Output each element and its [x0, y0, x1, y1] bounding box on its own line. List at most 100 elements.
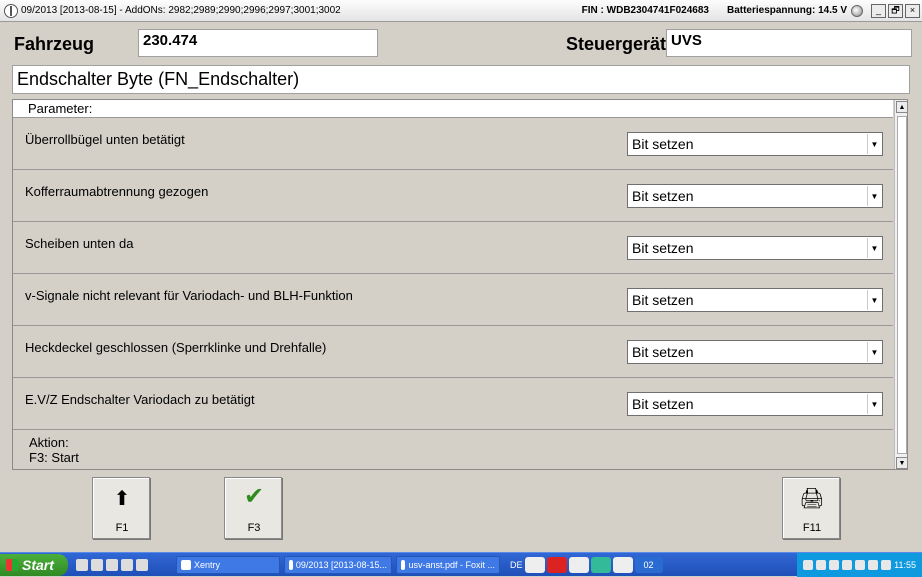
tray-icon[interactable] — [881, 559, 892, 570]
parameter-row: Scheiben unten da Bit setzen ▼ — [13, 222, 893, 274]
f1-label: F1 — [115, 522, 129, 534]
vertical-scrollbar[interactable]: ▲ ▼ — [894, 100, 907, 469]
parameter-label: Heckdeckel geschlossen (Sperrklinke und … — [25, 340, 327, 355]
arrow-up-icon: ⬆ — [113, 488, 131, 510]
badge-count[interactable]: 02 — [634, 556, 663, 573]
panel-header: Parameter: — [13, 100, 893, 118]
parameter-select[interactable]: Bit setzen ▼ — [627, 184, 883, 208]
fahrzeug-field: 230.474 — [138, 29, 378, 57]
taskbar-item-foxit[interactable]: usv-anst.pdf - Foxit ... — [396, 555, 500, 574]
dropdown-arrow-icon[interactable]: ▼ — [867, 134, 881, 154]
task-label: usv-anst.pdf - Foxit ... — [408, 559, 495, 570]
parameter-title: Endschalter Byte (FN_Endschalter) — [12, 65, 910, 94]
battery-voltage: Batteriespannung: 14.5 V — [726, 5, 847, 16]
parameter-label: Überrollbügel unten betätigt — [25, 132, 185, 147]
tray-icon[interactable] — [816, 559, 827, 570]
parameter-select[interactable]: Bit setzen ▼ — [627, 236, 883, 260]
windows-flag-icon — [6, 558, 18, 571]
parameter-select[interactable]: Bit setzen ▼ — [627, 132, 883, 156]
aktion-label: Aktion: — [29, 435, 69, 450]
parameter-label: E.V/Z Endschalter Variodach zu betätigt — [25, 392, 255, 407]
quick-launch — [76, 556, 156, 574]
minimize-button[interactable]: _ — [871, 3, 886, 18]
app-icon — [289, 559, 293, 570]
window-title: 09/2013 [2013-08-15] - AddONs: 2982;2989… — [21, 5, 341, 16]
parameter-row: E.V/Z Endschalter Variodach zu betätigt … — [13, 378, 893, 430]
dropdown-arrow-icon[interactable]: ▼ — [867, 394, 881, 414]
language-indicator[interactable]: DE — [510, 560, 523, 570]
f3-label: F3 — [247, 522, 261, 534]
tray-icon[interactable] — [803, 559, 814, 570]
f11-button[interactable]: 🖨 F11 — [782, 477, 840, 539]
parameter-select[interactable]: Bit setzen ▼ — [627, 340, 883, 364]
close-button[interactable]: × — [905, 3, 920, 18]
dropdown-arrow-icon[interactable]: ▼ — [867, 342, 881, 362]
scroll-thumb[interactable] — [897, 116, 907, 454]
block-icon[interactable] — [546, 556, 567, 573]
select-value: Bit setzen — [632, 396, 694, 412]
parameter-label: Scheiben unten da — [25, 236, 134, 251]
steuergeraet-label: Steuergerät — [566, 34, 667, 54]
dropdown-arrow-icon[interactable]: ▼ — [867, 290, 881, 310]
tray-icon[interactable] — [842, 559, 853, 570]
scroll-down-icon[interactable]: ▼ — [896, 457, 907, 469]
dropdown-arrow-icon[interactable]: ▼ — [867, 238, 881, 258]
mercedes-logo-icon — [4, 3, 18, 18]
parameter-row: v-Signale nicht relevant für Variodach- … — [13, 274, 893, 326]
card-icon[interactable] — [612, 556, 633, 573]
sync-icon[interactable] — [590, 556, 611, 573]
select-value: Bit setzen — [632, 136, 694, 152]
select-value: Bit setzen — [632, 292, 694, 308]
app-icon — [181, 559, 191, 570]
taskbar-item-xentry-window[interactable]: 09/2013 [2013-08-15... — [284, 555, 392, 574]
fin-display: FIN : WDB2304741F024683 — [581, 5, 709, 16]
select-value: Bit setzen — [632, 188, 694, 204]
pdf-icon — [401, 559, 406, 570]
taskbar: Start Xentry 09/2013 [2013-08-15... usv-… — [0, 552, 922, 577]
task-label: 09/2013 [2013-08-15... — [295, 559, 387, 570]
parameter-row: Überrollbügel unten betätigt Bit setzen ▼ — [13, 118, 893, 170]
system-tray: 11:55 — [797, 552, 922, 577]
parameter-label: v-Signale nicht relevant für Variodach- … — [25, 288, 353, 303]
restore-button[interactable]: 🗗 — [888, 3, 903, 18]
fahrzeug-label: Fahrzeug — [14, 34, 95, 54]
pen-icon[interactable] — [568, 556, 589, 573]
main-area: Fahrzeug 230.474 Steuergerät UVS Endscha… — [0, 22, 922, 552]
start-button[interactable]: Start — [0, 553, 68, 576]
clock: 11:55 — [894, 559, 916, 570]
quicklaunch-icon[interactable] — [91, 558, 103, 571]
select-value: Bit setzen — [632, 344, 694, 360]
tray-icon[interactable] — [868, 559, 879, 570]
parameter-row: Kofferraumabtrennung gezogen Bit setzen ▼ — [13, 170, 893, 222]
parameter-label: Kofferraumabtrennung gezogen — [25, 184, 209, 199]
parameter-select[interactable]: Bit setzen ▼ — [627, 392, 883, 416]
task-label: Xentry — [194, 559, 221, 570]
f3-button[interactable]: ✔ F3 — [224, 477, 282, 539]
parameter-row: Heckdeckel geschlossen (Sperrklinke und … — [13, 326, 893, 378]
quicklaunch-icon[interactable] — [136, 558, 148, 571]
start-label: Start — [22, 556, 54, 573]
aktion-section: Aktion: F3: Start — [13, 430, 893, 469]
globe-icon[interactable] — [524, 556, 545, 573]
checkmark-icon: ✔ — [243, 483, 265, 510]
tray-icon[interactable] — [829, 559, 840, 570]
quicklaunch-icon[interactable] — [121, 558, 133, 571]
f1-button[interactable]: ⬆ F1 — [92, 477, 150, 539]
battery-status-icon — [851, 4, 863, 17]
taskbar-item-xentry[interactable]: Xentry — [176, 555, 280, 574]
steuergeraet-field: UVS — [666, 29, 912, 57]
language-toolbar: DE 02 — [510, 556, 663, 573]
scroll-up-icon[interactable]: ▲ — [896, 101, 907, 113]
title-bar: 09/2013 [2013-08-15] - AddONs: 2982;2989… — [0, 0, 922, 22]
quicklaunch-icon[interactable] — [76, 558, 88, 571]
parameter-panel: Parameter: Überrollbügel unten betätigt … — [12, 99, 908, 470]
vehicle-header: Fahrzeug 230.474 Steuergerät UVS — [6, 26, 916, 60]
quicklaunch-icon[interactable] — [106, 558, 118, 571]
select-value: Bit setzen — [632, 240, 694, 256]
tray-icon[interactable] — [855, 559, 866, 570]
parameter-select[interactable]: Bit setzen ▼ — [627, 288, 883, 312]
aktion-value: F3: Start — [29, 450, 79, 465]
dropdown-arrow-icon[interactable]: ▼ — [867, 186, 881, 206]
f11-label: F11 — [802, 522, 822, 534]
printer-icon: 🖨 — [799, 488, 825, 510]
